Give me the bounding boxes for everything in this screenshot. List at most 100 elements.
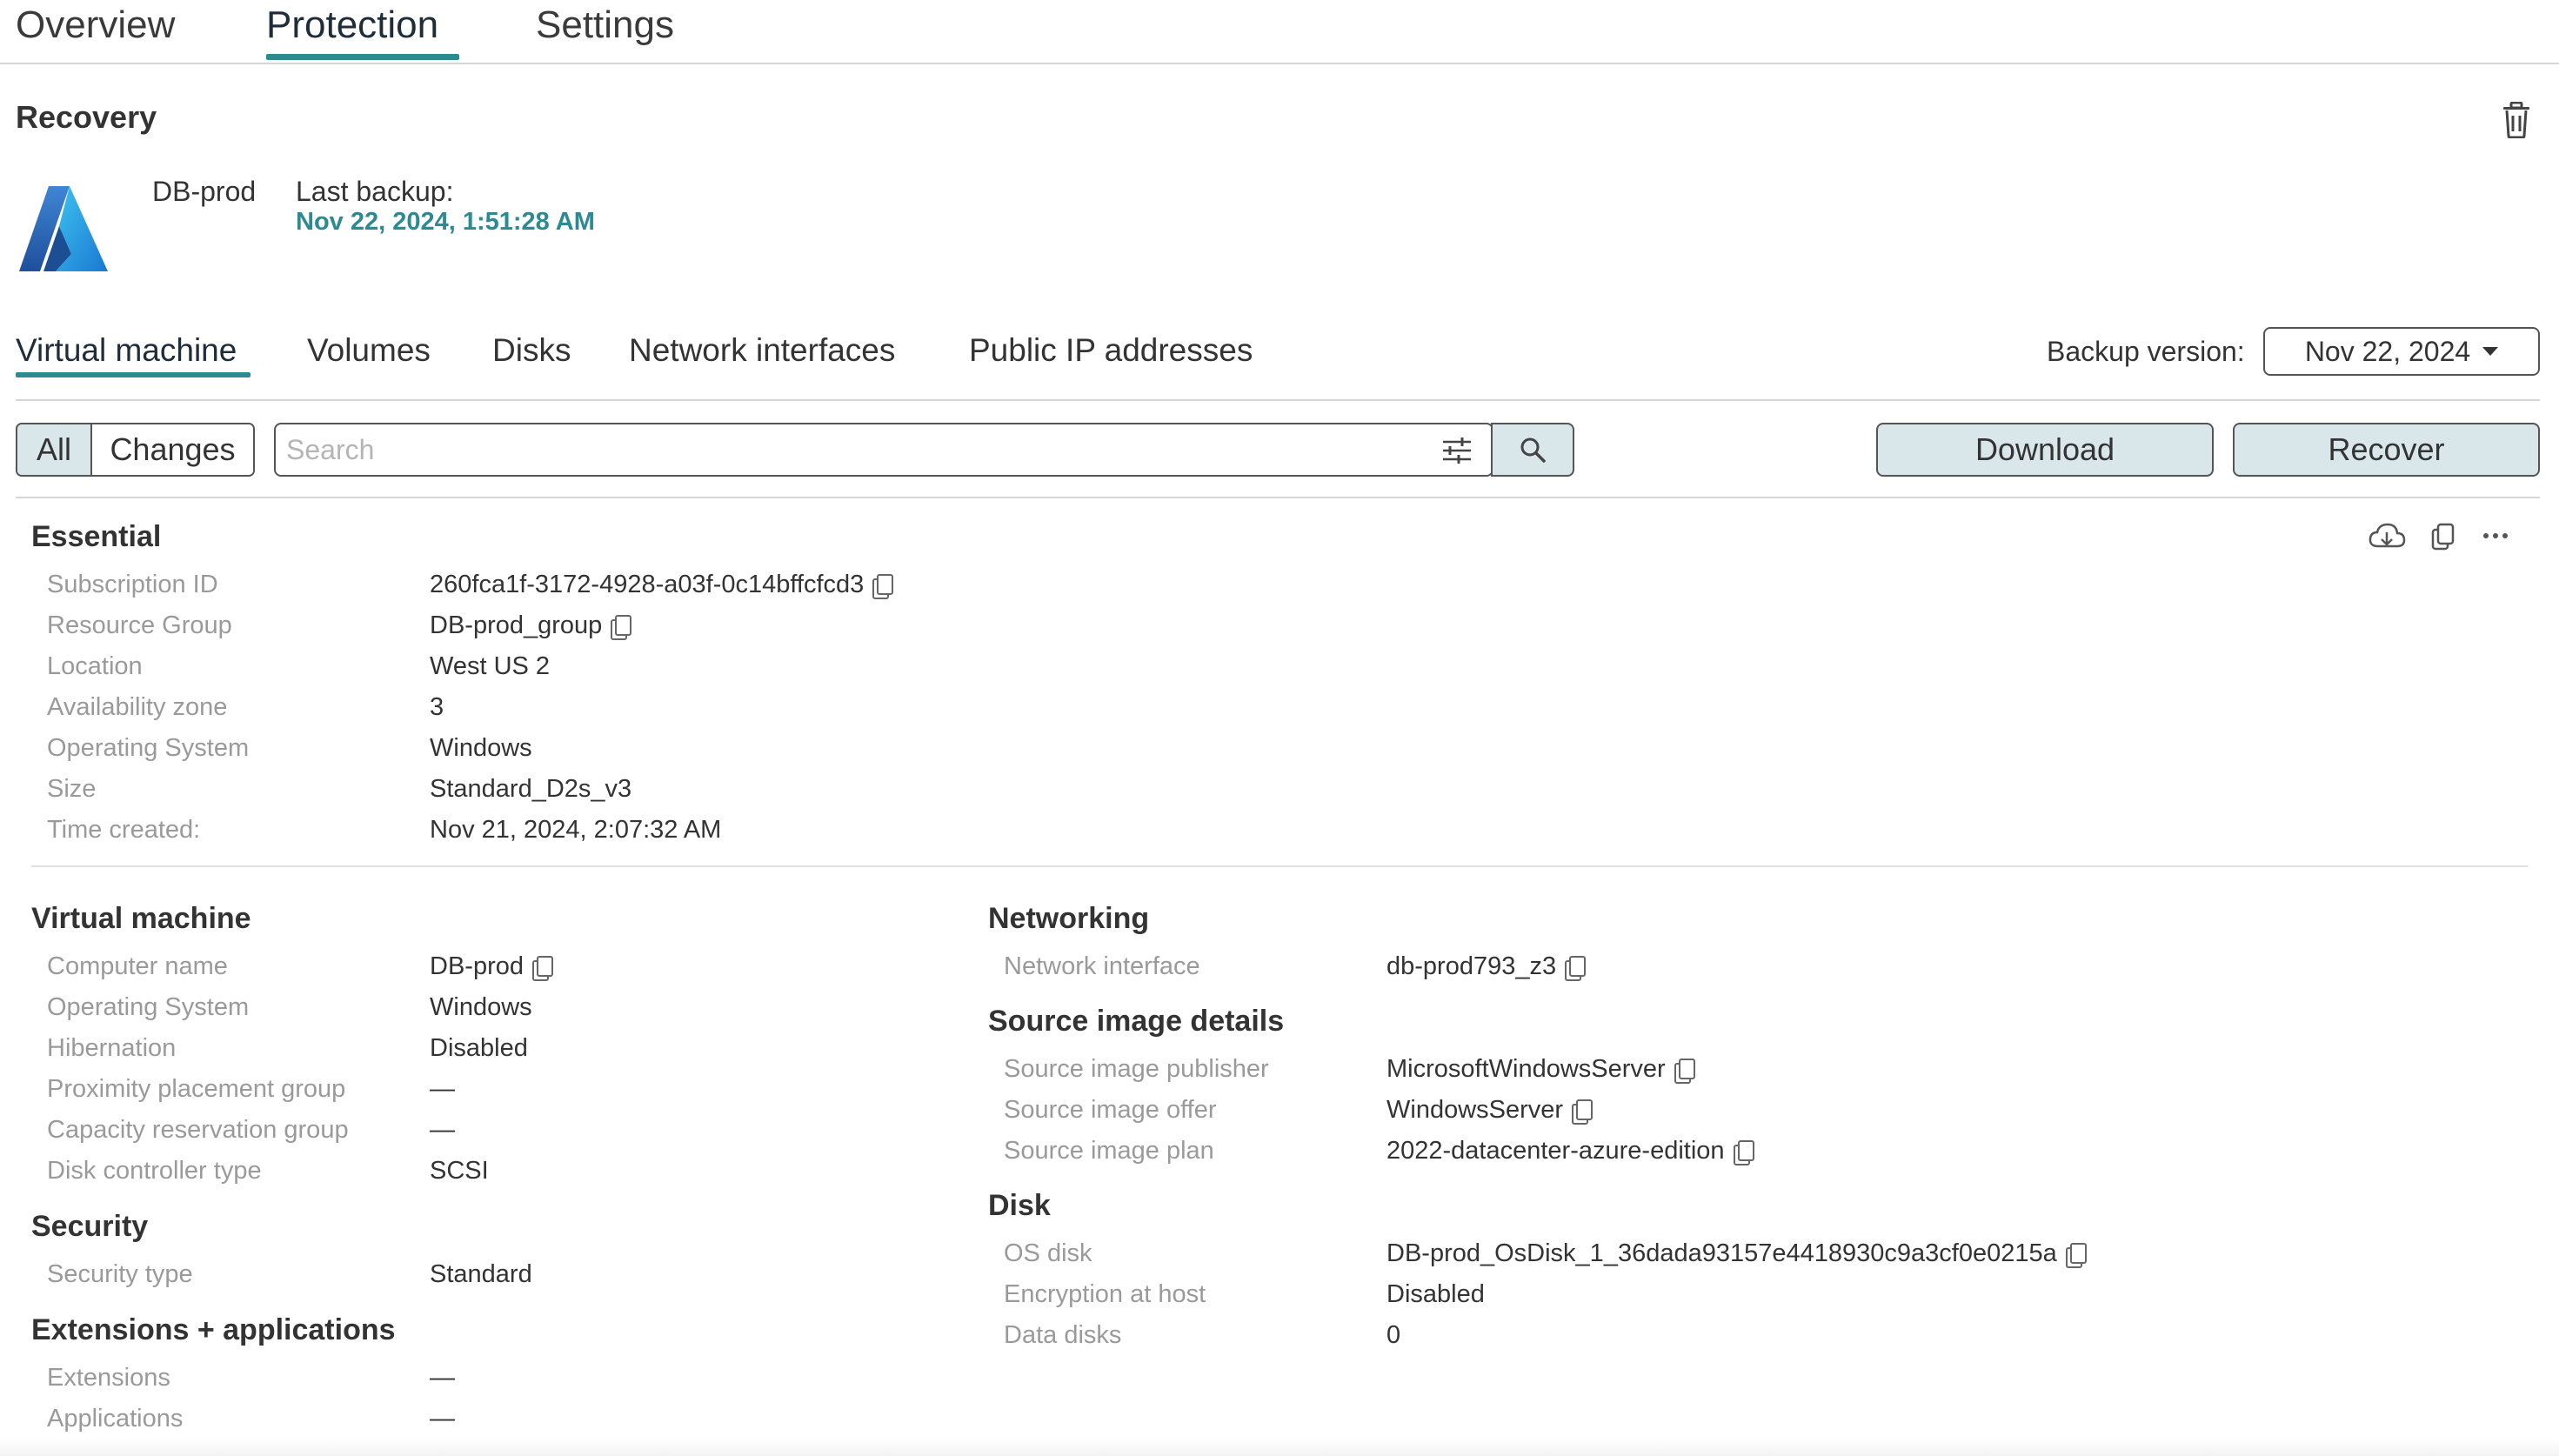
size-label: Size [47,775,97,803]
disk-controller-type-value: SCSI [430,1157,489,1185]
network-interface-value: db-prod793_z3 [1386,952,1587,981]
backup-version-value: Nov 22, 2024 [2304,335,2471,367]
subscription-id-value: 260fca1f-3172-4928-a03f-0c14bffcfcd3 [430,571,894,599]
copy-icon[interactable] [1733,1139,1754,1165]
source-image-publisher-label: Source image publisher [1004,1055,1269,1083]
tab-protection[interactable]: Protection [266,3,438,47]
cloud-download-icon[interactable] [2368,522,2406,551]
filter-settings-icon[interactable] [1441,437,1473,464]
disk-title: Disk [988,1189,1051,1222]
all-button[interactable]: All [17,424,92,475]
caret-down-icon [2482,347,2499,356]
computer-name-value: DB-prod [430,952,553,981]
data-disks-value: 0 [1386,1321,1401,1349]
vm-os-label: Operating System [47,993,250,1021]
hibernation-value: Disabled [430,1034,528,1062]
tab-overview[interactable]: Overview [16,3,175,47]
last-backup-value: Nov 22, 2024, 1:51:28 AM [296,208,595,236]
disk-controller-type-label: Disk controller type [47,1157,262,1185]
proximity-placement-group-value: — [430,1075,455,1103]
security-title: Security [31,1210,149,1243]
applications-value: — [430,1405,455,1433]
encryption-at-host-value: Disabled [1386,1280,1485,1308]
resource-group-label: Resource Group [47,611,232,639]
subtab-virtual-machine[interactable]: Virtual machine [16,332,237,369]
copy-icon[interactable] [2431,523,2455,551]
applications-label: Applications [47,1405,184,1433]
download-button[interactable]: Download [1876,423,2214,477]
recovery-title: Recovery [16,99,157,135]
copy-icon[interactable] [611,614,632,640]
os-disk-label: OS disk [1004,1239,1092,1267]
copy-icon[interactable] [532,955,553,981]
computer-name-label: Computer name [47,952,228,980]
operating-system-label: Operating System [47,734,250,762]
hibernation-label: Hibernation [47,1034,177,1062]
copy-icon[interactable] [2065,1242,2087,1268]
copy-icon[interactable] [1565,955,1587,981]
subtab-network-interfaces[interactable]: Network interfaces [629,332,895,369]
backup-version-label: Backup version: [2047,336,2245,367]
top-tab-bar: Overview Protection Settings [0,0,2559,64]
recover-button[interactable]: Recover [2233,423,2540,477]
extensions-title: Extensions + applications [31,1313,396,1346]
last-backup: Last backup: Nov 22, 2024, 1:51:28 AM [296,176,595,236]
encryption-at-host-label: Encryption at host [1004,1280,1206,1308]
changes-button[interactable]: Changes [92,424,253,475]
network-interface-label: Network interface [1004,952,1200,980]
vm-os-value: Windows [430,993,532,1021]
availability-zone-value: 3 [430,693,444,721]
vm-name: DB-prod [152,176,257,207]
source-image-title: Source image details [988,1005,1285,1038]
time-created-label: Time created: [47,816,201,844]
networking-title: Networking [988,902,1150,935]
proximity-placement-group-label: Proximity placement group [47,1075,346,1103]
source-image-plan-value: 2022-datacenter-azure-edition [1386,1137,1754,1165]
trash-icon[interactable] [2502,102,2531,138]
extensions-value: — [430,1364,455,1392]
subtab-volumes[interactable]: Volumes [307,332,431,369]
source-image-plan-label: Source image plan [1004,1137,1214,1165]
subtab-disks[interactable]: Disks [492,332,571,369]
extensions-label: Extensions [47,1364,170,1392]
search-icon [1520,437,1546,463]
availability-zone-label: Availability zone [47,693,228,721]
tab-active-indicator [266,54,459,60]
view-toggle: All Changes [16,423,255,477]
search-button[interactable] [1491,423,1574,477]
location-value: West US 2 [430,652,551,680]
subtab-divider [16,399,2540,401]
os-disk-value: DB-prod_OsDisk_1_36dada93157e4418930c9a3… [1386,1239,2087,1268]
subscription-id-label: Subscription ID [47,571,218,598]
operating-system-value: Windows [430,734,532,762]
location-label: Location [47,652,143,680]
toolbar-divider [16,497,2540,498]
azure-logo [19,186,108,271]
virtual-machine-title: Virtual machine [31,902,251,935]
copy-icon[interactable] [1572,1099,1594,1125]
more-options-icon[interactable] [2482,531,2509,541]
search-box [274,423,1493,477]
resource-group-value: DB-prod_group [430,611,632,640]
bottom-fade [0,1439,2559,1456]
source-image-offer-value: WindowsServer [1386,1096,1594,1125]
search-input[interactable] [286,430,1417,470]
backup-version-select[interactable]: Nov 22, 2024 [2263,327,2540,376]
essential-title: Essential [31,520,162,553]
source-image-publisher-value: MicrosoftWindowsServer [1386,1055,1695,1084]
security-type-label: Security type [47,1260,193,1288]
capacity-reservation-group-value: — [430,1116,455,1144]
tab-settings[interactable]: Settings [536,3,674,47]
source-image-offer-label: Source image offer [1004,1096,1217,1124]
data-disks-label: Data disks [1004,1321,1122,1349]
security-type-value: Standard [430,1260,532,1288]
capacity-reservation-group-label: Capacity reservation group [47,1116,349,1144]
size-value: Standard_D2s_v3 [430,775,632,803]
subtab-public-ip-addresses[interactable]: Public IP addresses [969,332,1253,369]
essential-divider [31,865,2528,867]
subtab-active-indicator [16,372,251,377]
copy-icon[interactable] [872,573,894,599]
time-created-value: Nov 21, 2024, 2:07:32 AM [430,816,722,844]
last-backup-label: Last backup: [296,176,454,207]
copy-icon[interactable] [1674,1058,1695,1084]
